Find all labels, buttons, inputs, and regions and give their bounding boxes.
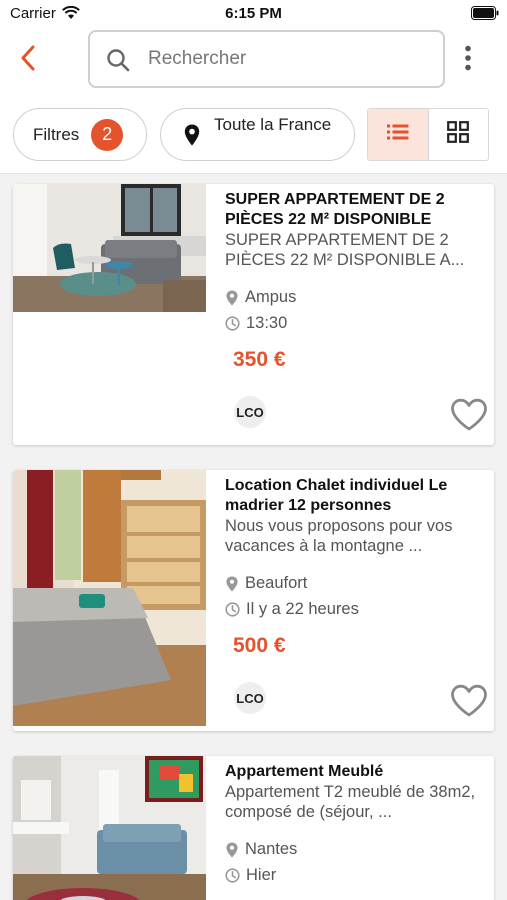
listing-time: Il y a 22 heures	[225, 600, 359, 619]
filter-bar: Filtres 2 Toute la France	[0, 98, 507, 174]
grid-view-button[interactable]	[427, 109, 488, 160]
listing-card[interactable]: SUPER APPARTEMENT DE 2 PIÈCES 22 M² DISP…	[13, 184, 494, 445]
search-box[interactable]	[88, 30, 445, 88]
location-label: Toute la France	[214, 115, 332, 134]
listing-title: SUPER APPARTEMENT DE 2 PIÈCES 22 M² DISP…	[225, 191, 445, 228]
back-arrow-icon	[20, 45, 36, 76]
search-icon	[106, 48, 130, 77]
listing-photo	[13, 756, 206, 900]
location-pin-icon	[226, 842, 238, 857]
listing-time-text: 13:30	[246, 314, 288, 332]
header	[0, 28, 507, 98]
listing-location: Ampus	[225, 288, 296, 307]
list-view-button[interactable]	[368, 109, 428, 160]
heart-icon	[451, 684, 487, 717]
battery-icon	[471, 6, 499, 25]
status-time: 6:15 PM	[225, 5, 282, 22]
listing-location-text: Ampus	[245, 288, 297, 306]
clock-icon	[225, 602, 240, 617]
listing-location-text: Beaufort	[245, 574, 308, 592]
listing-title: Location Chalet individuel Le madrier 12…	[225, 477, 448, 514]
grid-view-icon	[447, 121, 470, 148]
favorite-button[interactable]	[450, 398, 488, 437]
search-input[interactable]	[148, 42, 428, 76]
listing-location: Beaufort	[225, 574, 307, 593]
listing-location: Nantes	[225, 840, 297, 859]
filters-count-badge: 2	[91, 118, 124, 151]
filters-button[interactable]: Filtres 2	[13, 108, 147, 161]
listing-photo	[13, 470, 206, 726]
status-bar: Carrier 6:15 PM	[0, 0, 507, 28]
listing-description: Nous vous proposons pour vos vacances à …	[225, 517, 453, 555]
listing-description: SUPER APPARTEMENT DE 2 PIÈCES 22 M² DISP…	[225, 231, 465, 269]
more-vertical-icon	[464, 45, 472, 76]
listing-time: 13:30	[225, 314, 287, 333]
location-button[interactable]: Toute la France	[160, 108, 355, 161]
location-pin-icon	[226, 576, 238, 591]
heart-icon	[451, 398, 487, 431]
listing-card[interactable]: Appartement Meublé Appartement T2 meublé…	[13, 756, 494, 900]
listing-photo	[13, 184, 206, 312]
clock-icon	[225, 868, 240, 883]
seller-badge: LCO	[234, 682, 266, 714]
listing-time-text: Hier	[246, 866, 277, 884]
listing-description: Appartement T2 meublé de 38m2, composé d…	[225, 783, 476, 821]
seller-badge: LCO	[234, 396, 266, 428]
view-toggle	[367, 108, 489, 161]
listing-time: Hier	[225, 866, 276, 885]
location-pin-icon	[226, 290, 238, 305]
filters-label: Filtres	[33, 124, 80, 144]
listing-location-text: Nantes	[245, 840, 298, 858]
clock-icon	[225, 316, 240, 331]
more-options-button[interactable]	[456, 42, 480, 78]
listing-card[interactable]: Location Chalet individuel Le madrier 12…	[13, 470, 494, 731]
back-button[interactable]	[10, 42, 46, 78]
listing-price: 500 €	[233, 634, 286, 657]
favorite-button[interactable]	[450, 684, 488, 723]
listing-time-text: Il y a 22 heures	[246, 600, 359, 618]
map-pin-icon	[184, 124, 200, 151]
listing-price: 350 €	[233, 348, 286, 371]
listing-title: Appartement Meublé	[225, 763, 384, 780]
list-view-icon	[386, 124, 409, 145]
